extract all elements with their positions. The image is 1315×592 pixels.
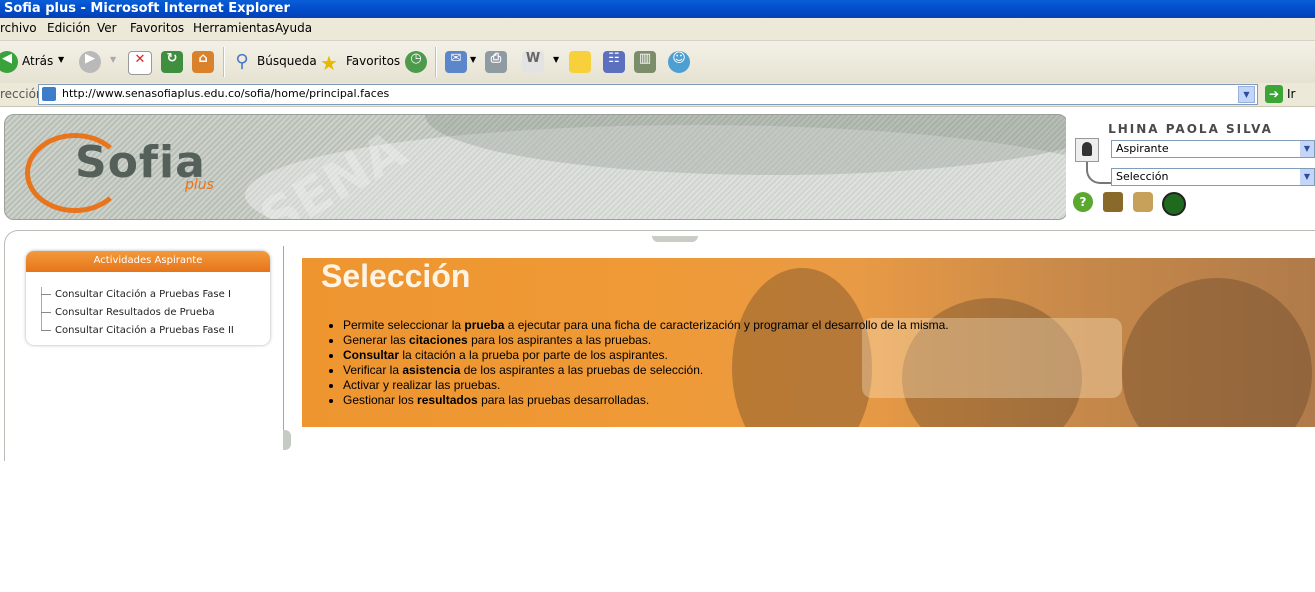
role-select-value: Aspirante (1116, 142, 1169, 155)
address-bar: rección http://www.senasofiaplus.edu.co/… (0, 83, 1315, 107)
list-item: Gestionar los resultados para las prueba… (343, 393, 949, 408)
menu-archivo[interactable]: rchivo (0, 21, 37, 35)
role-select[interactable]: Aspirante ▼ (1111, 140, 1315, 158)
list-item: Verificar la asistencia de los aspirante… (343, 363, 949, 378)
tree-branch (41, 294, 51, 295)
menu-ayuda[interactable]: Ayuda (275, 21, 312, 35)
note-icon[interactable] (569, 51, 591, 73)
connector-line (1086, 162, 1112, 184)
address-label: rección (0, 87, 44, 101)
list-item: Generar las citaciones para los aspirant… (343, 333, 949, 348)
mail-icon[interactable]: ✉ (445, 51, 467, 73)
favorites-button-label[interactable]: Favoritos (346, 54, 400, 68)
stop-icon[interactable]: ✕ (128, 51, 152, 75)
research-icon[interactable]: ▥ (634, 51, 656, 73)
browser-toolbar: ◀ Atrás ▼ ▶ ▼ ✕ ↻ ⌂ ⚲ Búsqueda ★ Favorit… (0, 41, 1315, 84)
back-button-label[interactable]: Atrás (22, 54, 53, 68)
toolbar-separator (435, 47, 437, 77)
collapse-sidebar-handle[interactable] (283, 430, 291, 450)
chevron-down-icon[interactable]: ▼ (1300, 141, 1314, 157)
selection-hero: Selección Permite seleccionar la prueba … (302, 258, 1315, 427)
search-button-label[interactable]: Búsqueda (257, 54, 317, 68)
print-icon[interactable]: ⎙ (485, 51, 507, 73)
toolbar-separator (223, 47, 225, 77)
menu-ver[interactable]: Ver (97, 21, 117, 35)
module-select-value: Selección (1116, 170, 1169, 183)
go-button-label[interactable]: Ir (1287, 87, 1295, 101)
power-icon[interactable] (1162, 192, 1186, 216)
address-dropdown-icon[interactable]: ▼ (1238, 86, 1255, 103)
list-item: Permite seleccionar la prueba a ejecutar… (343, 318, 949, 333)
help-icon[interactable]: ? (1073, 192, 1093, 212)
tree-branch (41, 330, 51, 331)
forward-dropdown-icon[interactable]: ▼ (110, 55, 116, 64)
menu-herramientas[interactable]: Herramientas (193, 21, 275, 35)
list-item: Consultar la citación a la prueba por pa… (343, 348, 949, 363)
refresh-icon[interactable]: ↻ (161, 51, 183, 73)
lock-icon[interactable] (1133, 192, 1153, 212)
discuss-icon[interactable]: ☷ (603, 51, 625, 73)
menu-bar: rchivo Edición Ver Favoritos Herramienta… (0, 18, 1315, 41)
go-arrow-icon[interactable]: ➔ (1265, 85, 1283, 103)
search-icon[interactable]: ⚲ (231, 51, 253, 73)
activities-panel: Actividades Aspirante Consultar Citación… (26, 251, 270, 345)
page-title: Selección (321, 258, 471, 294)
tree-branch (41, 312, 51, 313)
home-icon[interactable]: ⌂ (192, 51, 214, 73)
favorites-star-icon[interactable]: ★ (318, 51, 340, 75)
hero-photo-figure (1122, 278, 1312, 427)
back-arrow-icon[interactable]: ◀ (0, 51, 18, 73)
messenger-icon[interactable]: ☺ (668, 51, 690, 73)
activities-panel-title: Actividades Aspirante (93, 255, 203, 266)
site-banner: SENA Sofia plus (4, 114, 1068, 220)
address-input[interactable]: http://www.senasofiaplus.edu.co/sofia/ho… (38, 84, 1258, 105)
user-panel: LHINA PAOLA SILVA Aspirante ▼ Selección … (1066, 114, 1315, 218)
window-title: Sofia plus - Microsoft Internet Explorer (4, 1, 290, 16)
page-icon (42, 87, 56, 101)
user-name: LHINA PAOLA SILVA (1108, 122, 1273, 136)
book-icon[interactable] (1103, 192, 1123, 212)
site-logo-sub: plus (185, 177, 214, 193)
feature-list: Permite seleccionar la prueba a ejecutar… (328, 318, 949, 408)
list-item: Activar y realizar las pruebas. (343, 378, 949, 393)
sidebar-item-citacion-fase-2[interactable]: Consultar Citación a Pruebas Fase II (55, 325, 234, 336)
mail-dropdown-icon[interactable]: ▼ (470, 55, 476, 64)
user-avatar-icon (1075, 138, 1099, 162)
menu-edicion[interactable]: Edición (47, 21, 90, 35)
forward-arrow-icon[interactable]: ▶ (79, 51, 101, 73)
window-titlebar[interactable]: Sofia plus - Microsoft Internet Explorer (0, 0, 1315, 18)
edit-icon[interactable]: W (522, 51, 544, 73)
vertical-splitter[interactable] (283, 246, 284, 450)
chevron-down-icon[interactable]: ▼ (1300, 169, 1314, 185)
edit-dropdown-icon[interactable]: ▼ (553, 55, 559, 64)
menu-favoritos[interactable]: Favoritos (130, 21, 184, 35)
sidebar-item-citacion-fase-1[interactable]: Consultar Citación a Pruebas Fase I (55, 289, 231, 300)
activities-panel-header: Actividades Aspirante (26, 251, 270, 272)
sidebar-item-resultados[interactable]: Consultar Resultados de Prueba (55, 307, 215, 318)
history-icon[interactable]: ◷ (405, 51, 427, 73)
module-select[interactable]: Selección ▼ (1111, 168, 1315, 186)
collapse-header-handle[interactable] (652, 236, 698, 242)
back-dropdown-icon[interactable]: ▼ (58, 55, 64, 64)
address-url[interactable]: http://www.senasofiaplus.edu.co/sofia/ho… (62, 87, 389, 100)
